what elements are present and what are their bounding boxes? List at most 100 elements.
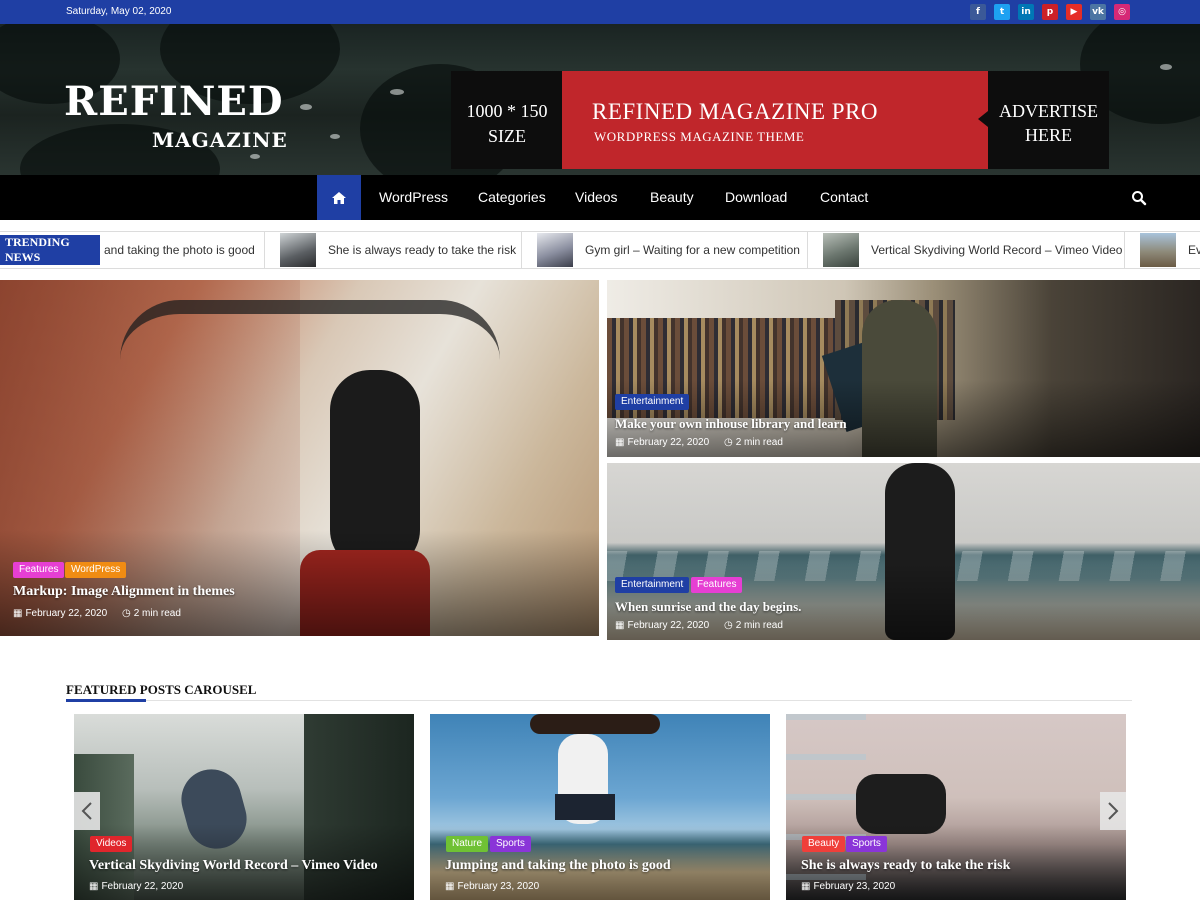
- facebook-icon[interactable]: f: [970, 4, 986, 20]
- category-badge-sports[interactable]: Sports: [490, 836, 531, 852]
- category-badge-nature[interactable]: Nature: [446, 836, 489, 852]
- post-image-hair: [530, 714, 660, 734]
- ad-size-box: 1000 * 150 SIZE: [451, 71, 563, 169]
- site-logo-subtitle[interactable]: MAGAZINE: [152, 128, 288, 152]
- nav-item-beauty[interactable]: Beauty: [650, 189, 694, 205]
- current-date: Saturday, May 02, 2020: [66, 6, 172, 17]
- post-meta: ▦ February 22, 2020: [89, 881, 183, 892]
- post-title[interactable]: When sunrise and the day begins.: [615, 599, 801, 615]
- search-icon[interactable]: [1131, 190, 1147, 206]
- trending-thumbnail[interactable]: [1140, 233, 1176, 267]
- category-badge-wordpress[interactable]: WordPress: [65, 562, 127, 578]
- post-meta: ▦ February 23, 2020: [801, 881, 895, 892]
- trending-thumbnail[interactable]: [280, 233, 316, 267]
- section-divider: [66, 700, 1132, 701]
- trending-label: TRENDING NEWS: [0, 235, 100, 265]
- featured-post-bottom-right[interactable]: Entertainment Features When sunrise and …: [607, 463, 1200, 640]
- ad-size-dimensions: 1000 * 150: [466, 101, 548, 121]
- calendar-icon: ▦: [801, 881, 811, 892]
- post-date: February 22, 2020: [101, 881, 184, 892]
- carousel-card[interactable]: Nature Sports Jumping and taking the pho…: [430, 714, 770, 900]
- vk-icon[interactable]: vk: [1090, 4, 1106, 20]
- post-image-shorts: [555, 794, 615, 820]
- category-badge-entertainment[interactable]: Entertainment: [615, 577, 690, 593]
- post-title[interactable]: Jumping and taking the photo is good: [445, 858, 671, 874]
- trending-item[interactable]: She is always ready to take the risk: [328, 243, 516, 257]
- calendar-icon: ▦: [13, 608, 23, 619]
- ad-pro-box: REFINED MAGAZINE PRO WORDPRESS MAGAZINE …: [562, 71, 988, 169]
- category-badge-beauty[interactable]: Beauty: [802, 836, 846, 852]
- trending-thumbnail[interactable]: [823, 233, 859, 267]
- post-meta: ▦ February 22, 2020 ◷ 2 min read: [615, 620, 783, 631]
- post-image-bike-handle: [120, 300, 500, 360]
- post-date: February 23, 2020: [457, 881, 540, 892]
- header-background-snow: [330, 134, 340, 139]
- nav-item-wordpress[interactable]: WordPress: [379, 189, 448, 205]
- post-date: February 22, 2020: [25, 608, 108, 619]
- trending-divider: [521, 232, 522, 268]
- carousel-prev-button[interactable]: [74, 792, 100, 830]
- linkedin-icon[interactable]: in: [1018, 4, 1034, 20]
- calendar-icon: ▦: [445, 881, 455, 892]
- youtube-icon[interactable]: ▶: [1066, 4, 1082, 20]
- clock-icon: ◷: [723, 620, 733, 631]
- calendar-icon: ▦: [615, 620, 625, 631]
- post-date: February 23, 2020: [813, 881, 896, 892]
- header-background-snow: [250, 154, 260, 159]
- calendar-icon: ▦: [89, 881, 99, 892]
- trending-item[interactable]: Ev: [1188, 243, 1200, 257]
- chevron-left-icon: [81, 802, 92, 820]
- nav-item-contact[interactable]: Contact: [820, 189, 868, 205]
- category-badge-features[interactable]: Features: [691, 577, 743, 593]
- category-badge-features[interactable]: Features: [13, 562, 65, 578]
- trending-item[interactable]: Vertical Skydiving World Record – Vimeo …: [871, 243, 1122, 257]
- post-meta: ▦ February 22, 2020 ◷ 2 min read: [615, 437, 783, 448]
- pinterest-icon[interactable]: p: [1042, 4, 1058, 20]
- post-meta: ▦ February 22, 2020 ◷ 2 min read: [13, 608, 181, 619]
- carousel-next-button[interactable]: [1100, 792, 1126, 830]
- category-badge-videos[interactable]: Videos: [90, 836, 133, 852]
- post-title[interactable]: Vertical Skydiving World Record – Vimeo …: [89, 858, 378, 874]
- featured-post-top-right[interactable]: Entertainment Make your own inhouse libr…: [607, 280, 1200, 457]
- carousel-card[interactable]: Beauty Sports She is always ready to tak…: [786, 714, 1126, 900]
- section-title: FEATURED POSTS CAROUSEL: [66, 682, 257, 697]
- top-bar: Saturday, May 02, 2020 f t in p ▶ vk ◎: [0, 0, 1200, 24]
- trending-thumbnail[interactable]: [537, 233, 573, 267]
- ad-advertise-line2: HERE: [1025, 125, 1072, 145]
- ad-advertise-box: ADVERTISE HERE: [988, 71, 1109, 169]
- twitter-icon[interactable]: t: [994, 4, 1010, 20]
- site-logo-title[interactable]: REFINED: [64, 78, 284, 125]
- post-title[interactable]: She is always ready to take the risk: [801, 858, 1010, 874]
- section-divider-accent: [66, 699, 146, 702]
- clock-icon: ◷: [121, 608, 131, 619]
- category-badge-entertainment[interactable]: Entertainment: [615, 394, 690, 410]
- post-title[interactable]: Markup: Image Alignment in themes: [13, 584, 235, 600]
- header-background-snow: [1160, 64, 1172, 70]
- calendar-icon: ▦: [615, 437, 625, 448]
- ad-pro-title: REFINED MAGAZINE PRO: [592, 99, 878, 124]
- home-icon: [332, 191, 346, 204]
- nav-item-download[interactable]: Download: [725, 189, 787, 205]
- clock-icon: ◷: [723, 437, 733, 448]
- post-date: February 22, 2020: [627, 437, 710, 448]
- ad-notch: [978, 111, 988, 127]
- post-read-time: 2 min read: [133, 608, 181, 619]
- chevron-right-icon: [1108, 802, 1119, 820]
- header-background-snow: [300, 104, 312, 110]
- site-header: REFINED MAGAZINE 1000 * 150 SIZE REFINED…: [0, 24, 1200, 176]
- carousel-card[interactable]: Videos Vertical Skydiving World Record –…: [74, 714, 414, 900]
- nav-item-categories[interactable]: Categories: [478, 189, 546, 205]
- featured-post-large[interactable]: Features WordPress Markup: Image Alignme…: [0, 280, 599, 636]
- trending-item[interactable]: and taking the photo is good: [104, 243, 255, 257]
- trending-news-ticker: TRENDING NEWS and taking the photo is go…: [0, 231, 1200, 269]
- main-navigation: WordPress Categories Videos Beauty Downl…: [0, 175, 1200, 220]
- advertisement-banner[interactable]: 1000 * 150 SIZE REFINED MAGAZINE PRO WOR…: [451, 71, 1109, 169]
- category-badge-sports[interactable]: Sports: [846, 836, 887, 852]
- trending-divider: [264, 232, 265, 268]
- nav-item-videos[interactable]: Videos: [575, 189, 618, 205]
- trending-item[interactable]: Gym girl – Waiting for a new competition: [585, 243, 800, 257]
- instagram-icon[interactable]: ◎: [1114, 4, 1130, 20]
- post-title[interactable]: Make your own inhouse library and learn: [615, 416, 847, 432]
- post-read-time: 2 min read: [735, 620, 783, 631]
- nav-home-button[interactable]: [317, 175, 361, 220]
